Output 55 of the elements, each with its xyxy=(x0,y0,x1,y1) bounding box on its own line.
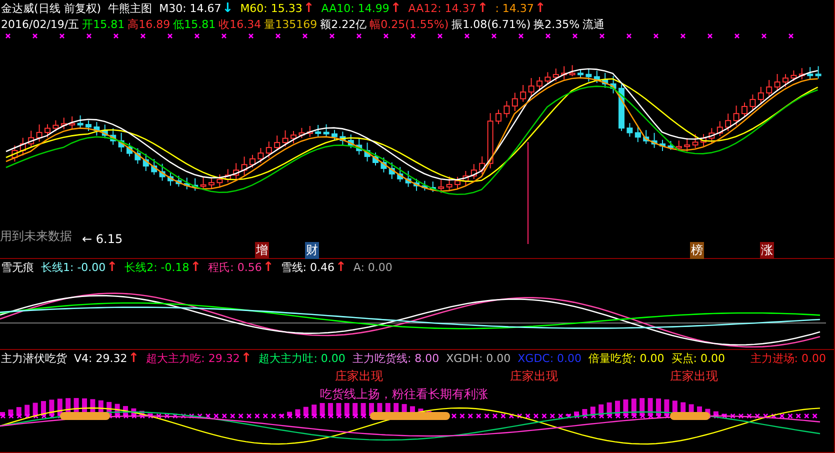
indicator-value: A: 0.00 xyxy=(353,260,392,274)
trend-arrow: ↑ xyxy=(335,260,346,274)
low-price-label: ← 6.15 xyxy=(82,232,123,246)
trend-arrow: ↑ xyxy=(106,260,118,274)
quote-value: 量135169 xyxy=(264,16,318,32)
indicator-value: 主力吃货线: 8.00 xyxy=(352,350,440,366)
event-badge: 增 xyxy=(255,242,269,259)
trend-arrow: ↑ xyxy=(534,0,546,16)
event-badge: 财 xyxy=(305,242,319,259)
event-badge: 涨 xyxy=(760,242,774,259)
panel-title: 主力潜伏吃货 xyxy=(1,350,67,366)
quote-value: 换2.35% xyxy=(534,16,580,32)
quote-value: 开15.81 xyxy=(82,16,125,32)
indicator-value: AA12: 14.37 xyxy=(408,2,476,14)
indicator-value: 倍量吃货: 0.00 xyxy=(588,350,664,366)
trend-arrow: ↑ xyxy=(240,350,252,366)
indicator-value: 雪线: 0.46 xyxy=(280,260,334,274)
indicator-value: M30: 14.67 xyxy=(159,2,222,14)
trend-arrow: ↓ xyxy=(222,0,234,16)
quote-value: 流通 xyxy=(582,16,605,32)
panel-title: 雪无痕 xyxy=(1,260,34,274)
indicator-value: : 14.37 xyxy=(495,2,534,14)
chart-title: 金达威(日线 前复权) xyxy=(1,0,102,16)
indicator-value: XGDH: 0.00 xyxy=(446,352,511,364)
indicator-value: M60: 15.33 xyxy=(240,2,302,14)
trend-arrow: ↑ xyxy=(128,350,140,366)
quote-value: 额2.22亿 xyxy=(320,16,367,32)
indicator-value: 长线1: -0.00 xyxy=(41,260,106,274)
indicator-value: AA10: 14.99 xyxy=(321,2,390,14)
indicator-value: V4: 29.32 xyxy=(74,352,128,364)
signal-label: 庄家出现 xyxy=(335,368,383,385)
event-badge: 榜 xyxy=(690,242,704,259)
quote-value: 幅0.25(1.55%) xyxy=(370,16,449,32)
indicator-value: 超大主力吐: 0.00 xyxy=(258,350,346,366)
indicator-value: 程氏: 0.56 xyxy=(208,260,262,274)
signal-label: 庄家出现 xyxy=(510,368,558,385)
quote-value: 2016/02/19/五 xyxy=(1,16,80,32)
signal-label: 庄家出现 xyxy=(670,368,718,385)
indicator-value: 长线2: -0.18 xyxy=(124,260,190,274)
callout-text: 吃货线上扬，粉往看长期有利涨 xyxy=(320,386,488,403)
warning-label: 用到未来数据 xyxy=(0,228,72,245)
trend-arrow: ↑ xyxy=(303,0,314,16)
quote-value: 收16.34 xyxy=(218,16,262,32)
chart-title: 牛熊主图 xyxy=(108,0,152,16)
indicator-value: XGDC: 0.00 xyxy=(518,352,582,364)
trend-arrow: ↑ xyxy=(390,0,402,16)
quote-value: 低15.81 xyxy=(173,16,216,32)
trend-arrow: ↑ xyxy=(477,0,488,16)
trend-arrow: ↑ xyxy=(190,260,202,274)
quote-value: 高16.89 xyxy=(128,16,170,32)
indicator-value: 买点: 0.00 xyxy=(671,350,725,366)
indicator-value: 超大主力吃: 29.32 xyxy=(146,350,240,366)
quote-value: 振1.08(6.71%) xyxy=(452,16,531,32)
trend-arrow: ↑ xyxy=(262,260,274,274)
indicator-value: 主力进场: 0.00 xyxy=(750,350,826,366)
